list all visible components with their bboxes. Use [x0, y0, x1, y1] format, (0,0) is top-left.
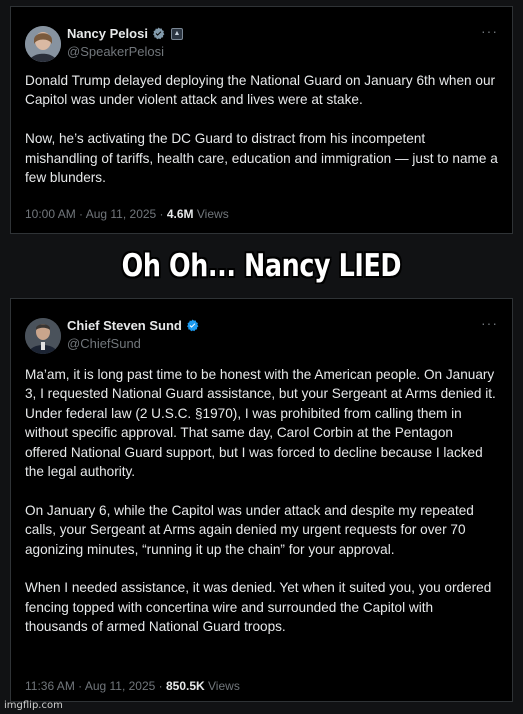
view-count: 850.5K	[165, 679, 205, 693]
meme-caption: Oh Oh... Nancy LIED	[0, 238, 523, 294]
watermark: imgflip.com	[4, 700, 63, 711]
tweet-paragraph: Now, he’s activating the DC Guard to dis…	[25, 131, 498, 186]
display-name[interactable]: Nancy Pelosi	[67, 26, 148, 41]
views-label: Views	[204, 679, 240, 693]
tweet-text: Donald Trump delayed deploying the Natio…	[25, 71, 498, 187]
view-count: 4.6M	[166, 207, 194, 221]
avatar[interactable]	[25, 26, 61, 62]
timestamp[interactable]: 11:36 AM · Aug 11, 2025 ·	[25, 679, 166, 693]
avatar[interactable]	[25, 318, 61, 354]
display-name[interactable]: Chief Steven Sund	[67, 318, 182, 333]
user-handle[interactable]: @SpeakerPelosi	[67, 44, 164, 59]
caption-text: Oh Oh... Nancy LIED	[121, 248, 402, 284]
tweet-paragraph: On January 6, while the Capitol was unde…	[25, 502, 474, 557]
more-options-icon[interactable]: ···	[481, 23, 498, 39]
verified-badge-icon	[152, 27, 165, 40]
tweet-text: Ma’am, it is long past time to be honest…	[25, 365, 498, 637]
more-options-icon[interactable]: ···	[481, 315, 498, 331]
user-handle[interactable]: @ChiefSund	[67, 336, 141, 351]
verified-badge-icon	[186, 319, 199, 332]
tweet-meta: 10:00 AM · Aug 11, 2025 · 4.6M Views	[25, 207, 229, 221]
tweet-paragraph: Donald Trump delayed deploying the Natio…	[25, 73, 496, 108]
tweet-meta: 11:36 AM · Aug 11, 2025 · 850.5K Views	[25, 679, 240, 693]
tweet-paragraph: Ma’am, it is long past time to be honest…	[25, 367, 496, 480]
tweet-card-sund[interactable]: Chief Steven Sund @ChiefSund ··· Ma’am, …	[10, 298, 513, 702]
timestamp[interactable]: 10:00 AM · Aug 11, 2025 ·	[25, 207, 167, 221]
views-label: Views	[193, 207, 229, 221]
tweet-paragraph: When I needed assistance, it was denied.…	[25, 580, 492, 635]
government-affiliate-icon: ▲	[170, 27, 183, 40]
tweet-card-pelosi[interactable]: Nancy Pelosi ▲ @SpeakerPelosi ··· Donald…	[10, 6, 513, 234]
